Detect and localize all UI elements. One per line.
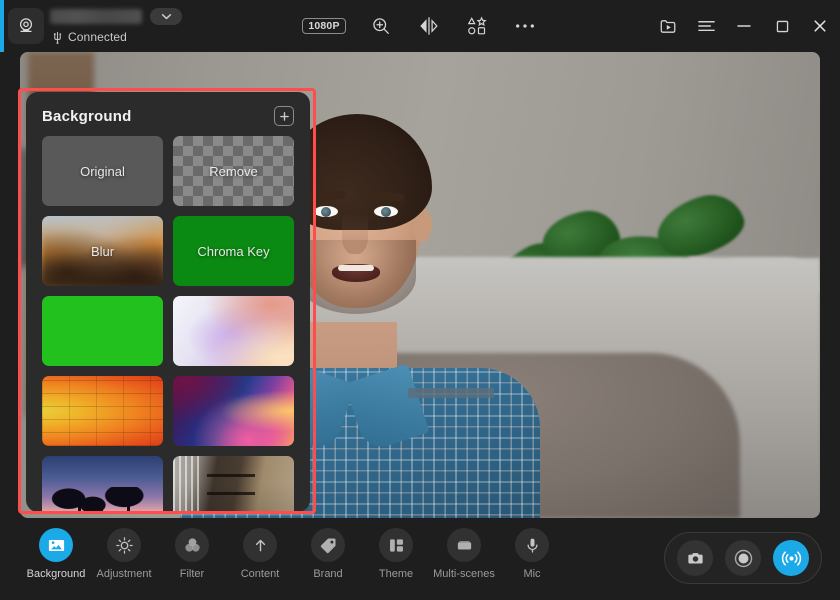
nav-background[interactable]: Background: [22, 528, 90, 580]
device-dropdown-button[interactable]: [150, 8, 182, 25]
nav-label: Mic: [523, 568, 541, 580]
webcam-icon: [8, 8, 44, 44]
nav-theme[interactable]: Theme: [362, 528, 430, 580]
panel-title: Background: [42, 107, 132, 125]
nav-label: Multi-scenes: [433, 568, 495, 580]
mirror-button[interactable]: [416, 13, 442, 39]
bottom-nav: Background Adjustment Filter Content Bra…: [22, 528, 566, 580]
maximize-button[interactable]: [770, 14, 794, 38]
broadcast-button[interactable]: [773, 540, 809, 576]
background-tile-palm-trees[interactable]: [42, 456, 163, 512]
tile-label: Original: [80, 163, 125, 179]
record-button[interactable]: [725, 540, 761, 576]
background-tile-interior-room[interactable]: [173, 456, 294, 512]
nav-brand[interactable]: Brand: [294, 528, 362, 580]
media-library-button[interactable]: [656, 14, 680, 38]
filter-circles-icon: [175, 528, 209, 562]
media-folder-play-icon: [660, 19, 675, 33]
usb-icon: [53, 31, 62, 44]
minimize-button[interactable]: [732, 14, 756, 38]
more-options-button[interactable]: [512, 13, 538, 39]
nav-label: Background: [26, 568, 86, 580]
background-tile-grid: Original Remove Blur Chroma Key: [26, 136, 310, 512]
nav-label: Filter: [179, 568, 205, 580]
microphone-icon: [515, 528, 549, 562]
tile-label: Chroma Key: [197, 243, 270, 259]
snapshot-button[interactable]: [677, 540, 713, 576]
device-name-redacted: [50, 9, 142, 24]
tile-label: Blur: [90, 243, 115, 259]
hamburger-menu-icon: [697, 21, 715, 31]
nav-label: Content: [240, 568, 280, 580]
nav-content[interactable]: Content: [226, 528, 294, 580]
shapes-stickers-icon: [467, 16, 487, 35]
upload-arrow-icon: [243, 528, 277, 562]
tag-icon: [311, 528, 345, 562]
stickers-button[interactable]: [464, 13, 490, 39]
background-tile-green-screen[interactable]: [42, 296, 163, 366]
resolution-badge[interactable]: 1080P: [302, 17, 346, 35]
plus-icon: [279, 111, 289, 121]
camera-icon: [687, 552, 703, 564]
background-tile-remove[interactable]: Remove: [173, 136, 294, 206]
layout-icon: [379, 528, 413, 562]
accent-strip: [0, 0, 4, 52]
menu-button[interactable]: [694, 14, 718, 38]
zoom-in-icon: [372, 18, 389, 34]
tile-label: Remove: [209, 163, 258, 179]
app-window: Connected 1080P Background Original Remo…: [0, 0, 840, 600]
background-tile-pastel-gradient[interactable]: [173, 296, 294, 366]
brightness-icon: [107, 528, 141, 562]
background-tile-neon-gradient[interactable]: [173, 376, 294, 446]
add-background-button[interactable]: [274, 106, 294, 126]
background-tile-original[interactable]: Original: [42, 136, 163, 206]
background-tile-chroma-key[interactable]: Chroma Key: [173, 216, 294, 286]
background-panel: Background Original Remove Blur Chroma K…: [26, 92, 310, 512]
background-panel-header: Background: [26, 92, 310, 136]
nav-label: Adjustment: [96, 568, 152, 580]
nav-mic[interactable]: Mic: [498, 528, 566, 580]
chevron-down-icon: [161, 14, 171, 20]
image-icon: [39, 528, 73, 562]
nav-multi-scenes[interactable]: Multi-scenes: [430, 528, 498, 580]
broadcast-waves-icon: [781, 550, 801, 566]
nav-label: Theme: [378, 568, 414, 580]
connection-status: Connected: [68, 30, 127, 44]
close-button[interactable]: [808, 14, 832, 38]
mirror-flip-icon: [420, 17, 438, 35]
maximize-icon: [776, 20, 788, 32]
capture-controls: [664, 532, 822, 584]
background-tile-orange-brick[interactable]: [42, 376, 163, 446]
nav-label: Brand: [313, 568, 343, 580]
nav-adjustment[interactable]: Adjustment: [90, 528, 158, 580]
record-dot-icon: [734, 549, 752, 567]
window-controls: [656, 0, 832, 52]
bottom-toolbar: Background Adjustment Filter Content Bra…: [0, 518, 840, 600]
close-icon: [814, 20, 826, 32]
scenes-icon: [447, 528, 481, 562]
title-bar: Connected 1080P: [0, 0, 840, 52]
device-selector[interactable]: Connected: [8, 5, 182, 44]
zoom-in-button[interactable]: [368, 13, 394, 39]
nav-filter[interactable]: Filter: [158, 528, 226, 580]
more-ellipsis-icon: [515, 24, 534, 28]
background-tile-blur[interactable]: Blur: [42, 216, 163, 286]
minimize-icon: [737, 25, 751, 27]
